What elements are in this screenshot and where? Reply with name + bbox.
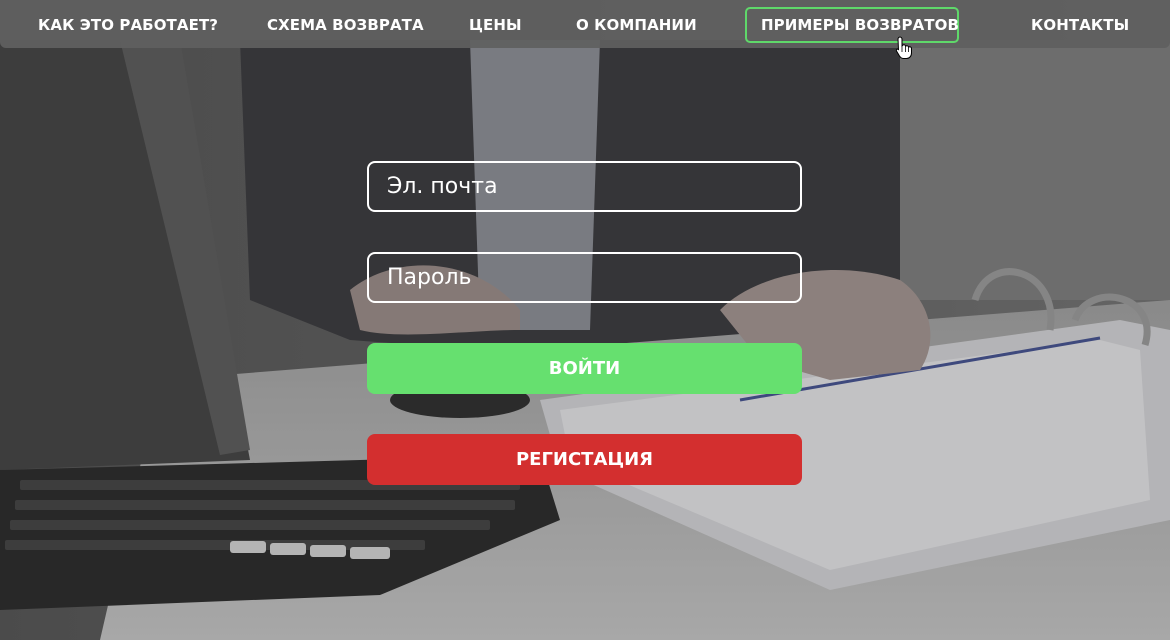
password-input[interactable] (367, 252, 802, 303)
login-button[interactable]: ВОЙТИ (367, 343, 802, 394)
background-overlay (0, 0, 1170, 640)
hand-cursor-icon (895, 36, 912, 59)
register-button[interactable]: РЕГИСТАЦИЯ (367, 434, 802, 485)
top-nav: КАК ЭТО РАБОТАЕТ? СХЕМА ВОЗВРАТА ЦЕНЫ О … (0, 0, 1170, 48)
nav-item-how-it-works[interactable]: КАК ЭТО РАБОТАЕТ? (38, 7, 218, 43)
nav-item-prices[interactable]: ЦЕНЫ (469, 7, 522, 43)
nav-item-about-company[interactable]: О КОМПАНИИ (576, 7, 697, 43)
page: КАК ЭТО РАБОТАЕТ? СХЕМА ВОЗВРАТА ЦЕНЫ О … (0, 0, 1170, 640)
email-input[interactable] (367, 161, 802, 212)
nav-item-contacts[interactable]: КОНТАКТЫ (1031, 7, 1129, 43)
nav-item-return-examples[interactable]: ПРИМЕРЫ ВОЗВРАТОВ (745, 7, 959, 43)
nav-item-return-scheme[interactable]: СХЕМА ВОЗВРАТА (267, 7, 424, 43)
